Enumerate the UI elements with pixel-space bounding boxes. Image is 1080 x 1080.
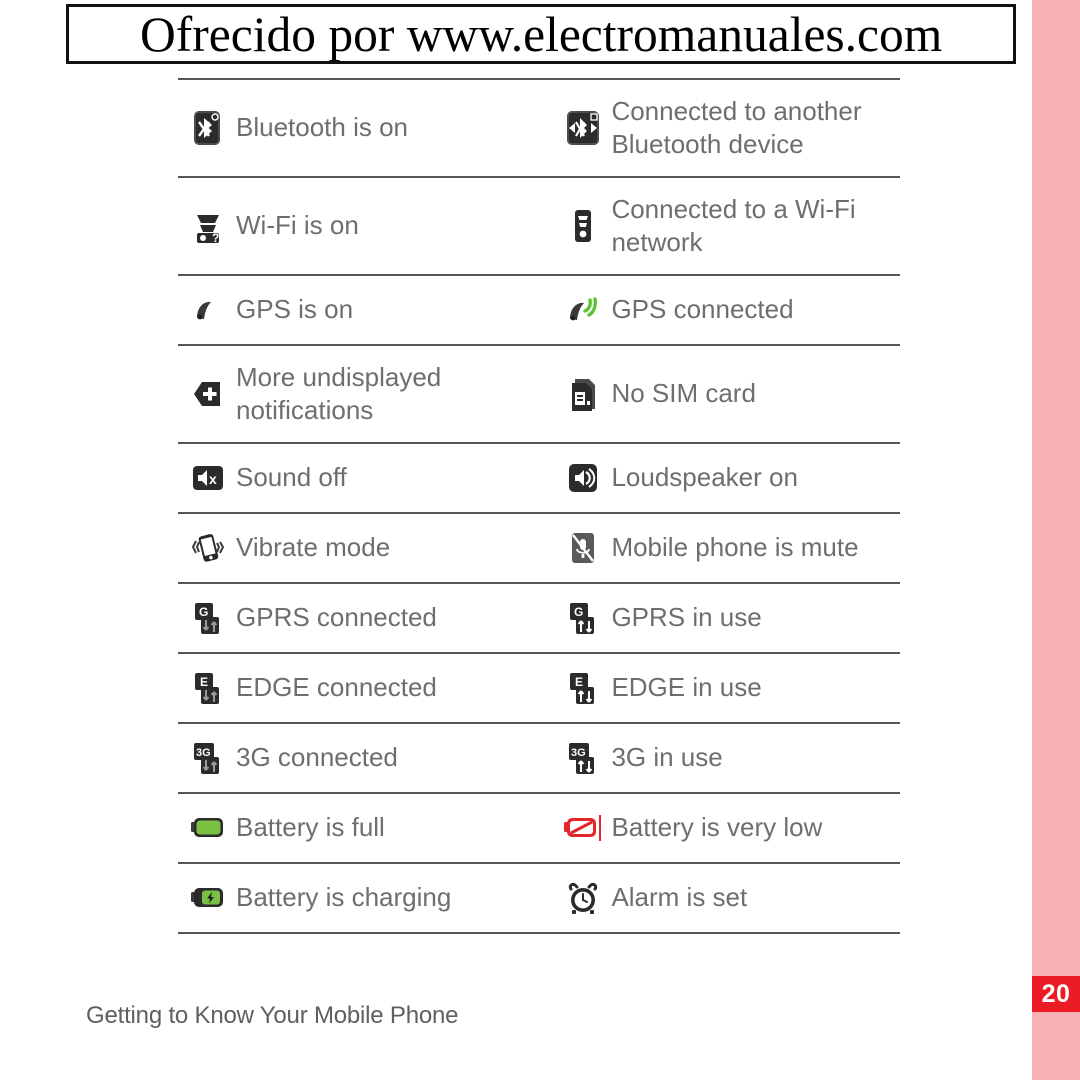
no-sim-card-icon	[561, 372, 605, 416]
cell-label: Sound off	[236, 462, 347, 493]
table-row: GPS is on GPS connected	[178, 276, 900, 344]
watermark-text: Ofrecido por www.electromanuales.com	[139, 6, 943, 62]
table-row: Bluetooth is on Connected to another Blu…	[178, 80, 900, 176]
table-cell-right: Battery is very low	[553, 794, 900, 862]
more-notifications-icon	[186, 372, 230, 416]
cell-label: GPS is on	[236, 294, 354, 325]
wifi-connected-icon	[561, 204, 605, 248]
bluetooth-on-icon	[186, 106, 230, 150]
table-cell-left: ? Wi-Fi is on	[178, 178, 553, 274]
cell-label: Battery is charging	[236, 882, 452, 913]
table-cell-left: Battery is charging	[178, 864, 553, 932]
table-row: Battery is charging Alarm is set	[178, 864, 900, 932]
table-cell-right: Mobile phone is mute	[553, 514, 900, 582]
table-row: Vibrate mode Mobile phone is mute	[178, 514, 900, 582]
table-row: More undisplayed notifications No SIM ca…	[178, 346, 900, 442]
cell-label: 3G connected	[236, 742, 398, 773]
svg-text:G: G	[574, 605, 583, 619]
edge-in-use-icon: E	[561, 666, 605, 710]
cell-label: 3G in use	[611, 742, 723, 773]
cell-label: Battery is very low	[611, 812, 823, 843]
page-number: 20	[1032, 976, 1080, 1012]
cell-label: EDGE in use	[611, 672, 762, 703]
table-cell-right: 3G 3G in use	[553, 724, 900, 792]
table-cell-right: Connected to a Wi-Fi network	[553, 178, 900, 274]
status-icon-table: Bluetooth is on Connected to another Blu…	[178, 78, 900, 934]
vibrate-mode-icon	[186, 526, 230, 570]
gprs-in-use-icon: G	[561, 596, 605, 640]
phone-mute-icon	[561, 526, 605, 570]
svg-text:E: E	[575, 675, 583, 689]
gps-connected-icon	[561, 288, 605, 332]
table-row: 3G 3G connected 3G 3G in use	[178, 724, 900, 792]
table-cell-left: More undisplayed notifications	[178, 346, 553, 442]
wifi-on-icon: ?	[186, 204, 230, 248]
alarm-set-icon	[561, 876, 605, 920]
svg-text:E: E	[200, 675, 208, 689]
table-cell-left: 3G 3G connected	[178, 724, 553, 792]
threeg-in-use-icon: 3G	[561, 736, 605, 780]
table-cell-left: x Sound off	[178, 444, 553, 512]
cell-label: GPRS in use	[611, 602, 762, 633]
table-row: Battery is full Battery is very low	[178, 794, 900, 862]
table-cell-left: Battery is full	[178, 794, 553, 862]
cell-label: Connected to another Bluetooth device	[611, 95, 862, 159]
loudspeaker-on-icon	[561, 456, 605, 500]
cell-label: More undisplayed notifications	[236, 361, 442, 425]
table-row: x Sound off Loudspeaker on	[178, 444, 900, 512]
table-cell-right: Loudspeaker on	[553, 444, 900, 512]
sound-off-icon: x	[186, 456, 230, 500]
cell-label: No SIM card	[611, 378, 756, 409]
table-row: E EDGE connected E EDGE in use	[178, 654, 900, 722]
gps-on-icon	[186, 288, 230, 332]
cell-label: Loudspeaker on	[611, 462, 798, 493]
table-cell-right: GPS connected	[553, 276, 900, 344]
table-cell-right: Connected to another Bluetooth device	[553, 80, 900, 176]
table-rule	[178, 932, 900, 934]
table-cell-left: G GPRS connected	[178, 584, 553, 652]
table-cell-left: GPS is on	[178, 276, 553, 344]
watermark-banner: Ofrecido por www.electromanuales.com	[66, 4, 1016, 64]
table-cell-right: E EDGE in use	[553, 654, 900, 722]
battery-very-low-icon	[561, 806, 605, 850]
chapter-footer-label: Getting to Know Your Mobile Phone	[86, 1002, 459, 1029]
cell-label: Battery is full	[236, 812, 385, 843]
cell-label: GPRS connected	[236, 602, 437, 633]
threeg-connected-icon: 3G	[186, 736, 230, 780]
cell-label: Alarm is set	[611, 882, 748, 913]
table-cell-left: Vibrate mode	[178, 514, 553, 582]
gprs-connected-icon: G	[186, 596, 230, 640]
cell-label: EDGE connected	[236, 672, 437, 703]
battery-full-icon	[186, 806, 230, 850]
page-edge-stripe	[1032, 0, 1080, 1080]
cell-label: Vibrate mode	[236, 532, 391, 563]
edge-connected-icon: E	[186, 666, 230, 710]
cell-label: Wi-Fi is on	[236, 210, 359, 241]
table-row: ? Wi-Fi is on Connected to a Wi-Fi netwo…	[178, 178, 900, 274]
table-cell-right: No SIM card	[553, 346, 900, 442]
bluetooth-connected-icon	[561, 106, 605, 150]
cell-label: Mobile phone is mute	[611, 532, 859, 563]
battery-charging-icon	[186, 876, 230, 920]
table-cell-left: Bluetooth is on	[178, 80, 553, 176]
table-cell-right: Alarm is set	[553, 864, 900, 932]
cell-label: GPS connected	[611, 294, 794, 325]
table-cell-left: E EDGE connected	[178, 654, 553, 722]
table-cell-right: G GPRS in use	[553, 584, 900, 652]
svg-text:?: ?	[212, 231, 219, 245]
table-row: G GPRS connected G GPRS in use	[178, 584, 900, 652]
cell-label: Bluetooth is on	[236, 112, 409, 143]
svg-text:G: G	[199, 605, 208, 619]
svg-text:x: x	[209, 471, 217, 487]
cell-label: Connected to a Wi-Fi network	[611, 193, 856, 257]
